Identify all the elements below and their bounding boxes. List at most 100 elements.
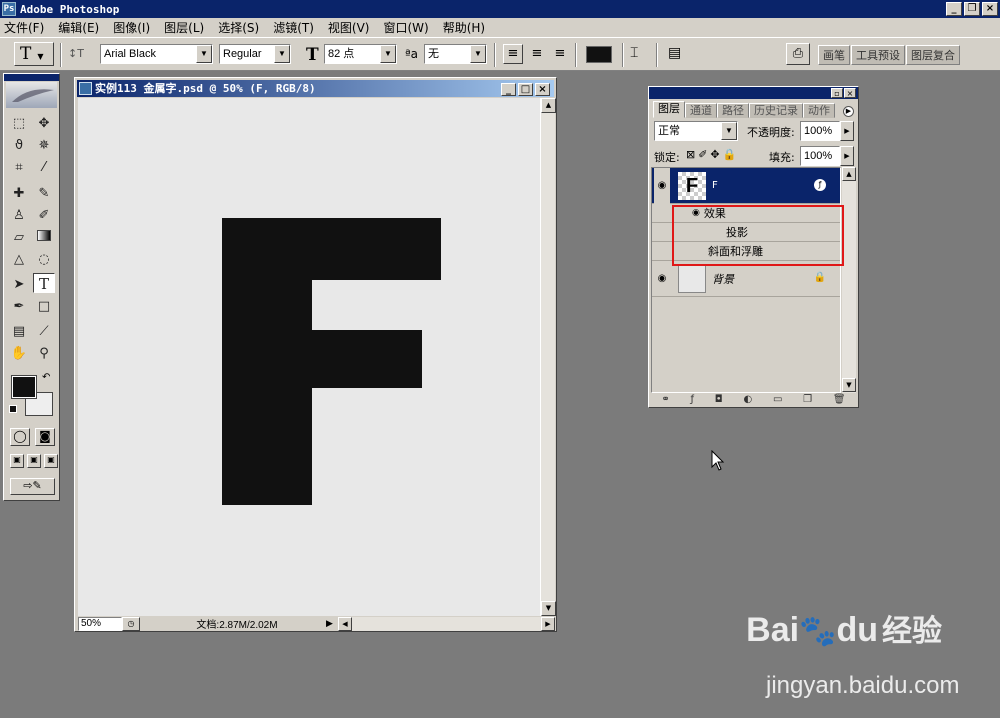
doc-maximize-button[interactable]: □ (518, 83, 533, 96)
font-family-select[interactable]: Arial Black ▼ (100, 44, 213, 64)
quick-mask-button[interactable]: ◙ (35, 428, 55, 446)
character-palette-icon[interactable]: ▤ (668, 45, 681, 61)
fill-slider-button[interactable]: ▶ (840, 146, 854, 166)
text-orientation-icon[interactable]: ↕T (68, 47, 84, 60)
layer-row-background[interactable]: ◉ 背景 🔒 (652, 261, 840, 297)
trash-icon[interactable]: 🗑 (833, 394, 846, 405)
status-info-button[interactable]: ◷ (122, 616, 140, 631)
hand-tool-icon[interactable]: ✋ (8, 344, 30, 364)
font-size-select[interactable]: 82 点 ▼ (324, 44, 397, 64)
vertical-scrollbar[interactable]: ▲ ▼ (540, 98, 556, 616)
scroll-up-icon[interactable]: ▲ (541, 98, 556, 113)
tab-layer-comps[interactable]: 图层复合 (906, 45, 960, 65)
notes-tool-icon[interactable]: ▤ (8, 322, 30, 342)
tool-preset-picker[interactable]: T ▼ (14, 42, 54, 66)
scroll-down-icon[interactable]: ▼ (842, 378, 856, 392)
gradient-tool-icon[interactable] (33, 228, 55, 248)
type-tool-icon[interactable]: T (33, 273, 55, 293)
layers-scrollbar[interactable]: ▲ ▼ (842, 167, 856, 393)
healing-brush-tool-icon[interactable]: ✚ (8, 184, 30, 204)
layer-name[interactable]: 背景 (712, 271, 734, 287)
menu-help[interactable]: 帮助(H) (443, 19, 485, 36)
horizontal-scrollbar[interactable] (352, 616, 541, 631)
new-layer-icon[interactable]: ❐ (803, 394, 812, 405)
antialias-select[interactable]: 无 ▼ (424, 44, 487, 64)
doc-close-button[interactable]: × (535, 83, 550, 96)
screen-mode-menu-button[interactable]: ▣ (27, 454, 41, 468)
move-tool-icon[interactable]: ✥ (33, 114, 55, 134)
close-button[interactable]: × (982, 2, 998, 16)
rectangle-tool-icon[interactable]: □ (33, 297, 55, 317)
lock-options-icon[interactable]: ⊠✐✥🔒 (686, 148, 739, 161)
layer-name[interactable]: F (712, 180, 718, 191)
restore-button[interactable]: ❐ (964, 2, 980, 16)
eye-icon[interactable]: ◉ (654, 167, 670, 204)
text-color-swatch[interactable] (586, 46, 612, 63)
blend-mode-select[interactable]: 正常 ▼ (654, 121, 738, 141)
menu-filter[interactable]: 滤镜(T) (273, 19, 314, 36)
pen-tool-icon[interactable]: ✒ (8, 297, 30, 317)
scroll-right-icon[interactable]: ▶ (541, 616, 555, 631)
blur-tool-icon[interactable]: △ (8, 250, 30, 270)
menu-image[interactable]: 图像(I) (113, 19, 150, 36)
tab-actions[interactable]: 动作 (803, 103, 835, 118)
feather-icon[interactable] (6, 82, 57, 108)
tab-channels[interactable]: 通道 (685, 103, 717, 118)
menu-window[interactable]: 窗口(W) (383, 19, 428, 36)
file-browser-icon[interactable]: ⎙ (786, 43, 810, 65)
scroll-left-icon[interactable]: ◀ (338, 616, 352, 631)
menu-file[interactable]: 文件(F) (4, 19, 44, 36)
marquee-tool-icon[interactable]: ⬚ (8, 114, 30, 134)
minimize-button[interactable]: _ (946, 2, 962, 16)
eye-icon[interactable]: ◉ (654, 273, 670, 284)
fill-field[interactable]: 100% (800, 146, 840, 166)
screen-mode-full-button[interactable]: ▣ (44, 454, 58, 468)
menu-layer[interactable]: 图层(L) (164, 19, 204, 36)
menu-view[interactable]: 视图(V) (328, 19, 370, 36)
tab-history[interactable]: 历史记录 (749, 103, 803, 118)
path-selection-tool-icon[interactable]: ➤ (8, 275, 30, 295)
panel-close-button[interactable]: × (844, 88, 856, 98)
eyedropper-tool-icon[interactable]: ⟋ (33, 322, 55, 342)
brush-tool-icon[interactable]: ✎ (33, 184, 55, 204)
jump-to-imageready-button[interactable]: ⇨✎ (10, 478, 55, 495)
foreground-color-swatch[interactable] (11, 375, 37, 399)
warp-text-icon[interactable]: ⌶ (630, 45, 638, 61)
swap-colors-icon[interactable]: ↶ (42, 372, 50, 383)
lasso-tool-icon[interactable]: ϑ (8, 136, 30, 156)
standard-mode-button[interactable]: ◯ (10, 428, 30, 446)
screen-mode-standard-button[interactable]: ▣ (10, 454, 24, 468)
history-brush-tool-icon[interactable]: ✐ (33, 206, 55, 226)
clone-stamp-tool-icon[interactable]: ♙ (8, 206, 30, 226)
scroll-down-icon[interactable]: ▼ (541, 601, 556, 616)
crop-tool-icon[interactable]: ⌗ (8, 158, 30, 178)
zoom-tool-icon[interactable]: ⚲ (33, 344, 55, 364)
add-layer-style-icon[interactable]: ƒ (691, 394, 695, 405)
tab-tool-presets[interactable]: 工具预设 (851, 45, 905, 65)
opacity-slider-button[interactable]: ▶ (840, 121, 854, 141)
add-mask-icon[interactable]: ◘ (715, 394, 723, 405)
opacity-field[interactable]: 100% (800, 121, 840, 141)
slice-tool-icon[interactable]: ⁄ (33, 158, 55, 178)
tab-layers[interactable]: 图层 (653, 101, 685, 118)
scroll-up-icon[interactable]: ▲ (842, 167, 856, 181)
eraser-tool-icon[interactable]: ▱ (8, 228, 30, 248)
menu-edit[interactable]: 编辑(E) (58, 19, 99, 36)
font-style-select[interactable]: Regular ▼ (219, 44, 291, 64)
align-left-button[interactable]: ≡ (503, 44, 523, 64)
magic-wand-tool-icon[interactable]: ✵ (33, 136, 55, 156)
panel-menu-icon[interactable]: ▶ (843, 106, 854, 117)
status-menu-arrow-icon[interactable]: ▶ (326, 618, 338, 629)
zoom-level-field[interactable]: 50% (78, 616, 122, 631)
tab-brushes[interactable]: 画笔 (818, 45, 850, 65)
align-right-button[interactable]: ≡ (551, 46, 569, 64)
align-center-button[interactable]: ≡ (528, 46, 546, 64)
menu-select[interactable]: 选择(S) (218, 19, 259, 36)
new-fill-adjustment-icon[interactable]: ◐ (743, 394, 752, 405)
panel-minimize-button[interactable]: ▫ (831, 88, 843, 98)
layer-row-f[interactable]: ◉ F F ƒ (652, 167, 840, 204)
default-colors-icon[interactable] (9, 405, 17, 413)
tab-paths[interactable]: 路径 (717, 103, 749, 118)
dodge-tool-icon[interactable]: ◌ (33, 250, 55, 270)
new-group-icon[interactable]: ▭ (773, 394, 782, 405)
